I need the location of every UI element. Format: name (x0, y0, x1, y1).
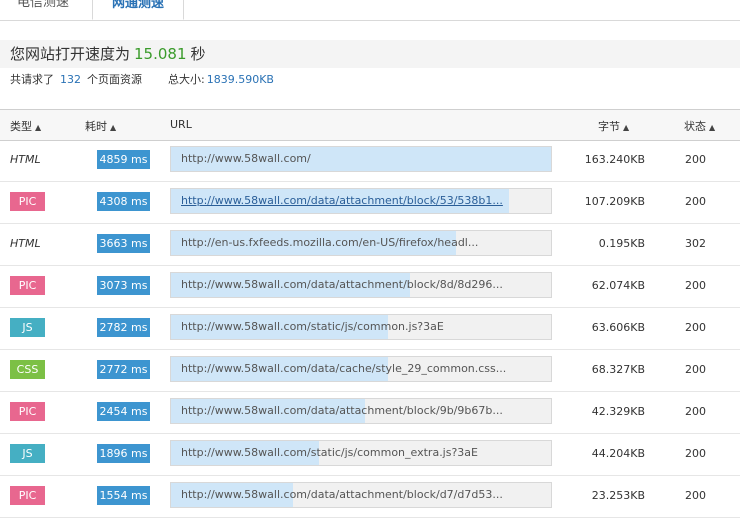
type-badge: HTML (10, 153, 41, 166)
speed-prefix: 您网站打开速度为 (10, 45, 131, 63)
resource-count: 132 (60, 73, 81, 86)
load-time: 1554 ms (97, 486, 150, 505)
column-time-header[interactable]: 耗时 ▲︎ (85, 118, 116, 134)
total-size-label: 总大小: (168, 73, 205, 86)
load-time: 3073 ms (97, 276, 150, 295)
load-time: 4859 ms (97, 150, 150, 169)
sort-icon: ▲︎ (110, 123, 117, 132)
column-status-header[interactable]: 状态 ▲︎ (684, 118, 715, 134)
byte-size: 68.327KB (591, 363, 645, 376)
column-url-header: URL (170, 118, 192, 131)
url-link[interactable]: http://www.58wall.com/data/attachment/bl… (181, 194, 503, 207)
load-time: 2454 ms (97, 402, 150, 421)
total-size-value: 1839.590KB (206, 73, 274, 86)
type-badge: HTML (10, 237, 41, 250)
resource-table-body: HTML 4859 ms http://www.58wall.com/163.240… (0, 140, 740, 518)
url-link[interactable]: http://www.58wall.com/ (181, 152, 311, 165)
table-row: HTML 4859 ms http://www.58wall.com/163.240… (0, 140, 740, 182)
load-time: 1896 ms (97, 444, 150, 463)
type-badge: PIC (10, 486, 45, 505)
url-bar[interactable]: http://www.58wall.com/data/cache/style_2… (170, 356, 552, 382)
url-bar[interactable]: http://www.58wall.com/data/attachment/bl… (170, 398, 552, 424)
load-time: 3663 ms (97, 234, 150, 253)
byte-size: 62.074KB (591, 279, 645, 292)
table-row: PIC 2454 ms http://www.58wall.com/data/att… (0, 392, 740, 434)
type-badge: PIC (10, 402, 45, 421)
sort-icon: ▲︎ (623, 123, 630, 132)
speed-value: 15.081 (134, 45, 187, 63)
url-bar[interactable]: http://www.58wall.com/static/js/common.j… (170, 314, 552, 340)
url-link[interactable]: http://en-us.fxfeeds.mozilla.com/en-US/f… (181, 236, 478, 249)
http-status: 200 (685, 489, 706, 502)
resource-stats: 共请求了 132 个页面资源 总大小: 1839.590KB (10, 71, 274, 87)
http-status: 200 (685, 279, 706, 292)
url-bar[interactable]: http://en-us.fxfeeds.mozilla.com/en-US/f… (170, 230, 552, 256)
table-row: JS 2782 ms http://www.58wall.com/static/js… (0, 308, 740, 350)
table-row: CSS 2772 ms http://www.58wall.com/data/cac… (0, 350, 740, 392)
requested-label: 共请求了 (10, 73, 54, 86)
byte-size: 42.329KB (591, 405, 645, 418)
table-row: PIC 1554 ms http://www.58wall.com/data/att… (0, 476, 740, 518)
byte-size: 163.240KB (584, 153, 645, 166)
tab-netcom-speed[interactable]: 网通测速 (92, 0, 184, 20)
table-row: JS 1896 ms http://www.58wall.com/static/js… (0, 434, 740, 476)
table-header: 类型 ▲︎ 耗时 ▲︎ URL 字节 ▲︎ 状态 ▲︎ (0, 109, 740, 141)
url-bar[interactable]: http://www.58wall.com/data/attachment/bl… (170, 482, 552, 508)
column-bytes-header[interactable]: 字节 ▲︎ (598, 118, 629, 134)
url-link[interactable]: http://www.58wall.com/data/attachment/bl… (181, 488, 503, 501)
byte-size: 63.606KB (591, 321, 645, 334)
url-bar[interactable]: http://www.58wall.com/ (170, 146, 552, 172)
load-time: 2782 ms (97, 318, 150, 337)
column-type-header[interactable]: 类型 ▲︎ (10, 118, 41, 134)
http-status: 200 (685, 153, 706, 166)
load-time: 4308 ms (97, 192, 150, 211)
url-bar[interactable]: http://www.58wall.com/data/attachment/bl… (170, 188, 552, 214)
tab-telecom-speed[interactable]: 电信测速 (0, 0, 86, 20)
http-status: 200 (685, 447, 706, 460)
url-link[interactable]: http://www.58wall.com/data/attachment/bl… (181, 278, 503, 291)
type-badge: CSS (10, 360, 45, 379)
url-link[interactable]: http://www.58wall.com/static/js/common_e… (181, 446, 478, 459)
byte-size: 23.253KB (591, 489, 645, 502)
url-link[interactable]: http://www.58wall.com/static/js/common.j… (181, 320, 444, 333)
http-status: 200 (685, 195, 706, 208)
table-row: PIC 4308 ms http://www.58wall.com/data/att… (0, 182, 740, 224)
tab-bar: 电信测速 网通测速 (0, 0, 740, 21)
byte-size: 107.209KB (584, 195, 645, 208)
url-bar[interactable]: http://www.58wall.com/static/js/common_e… (170, 440, 552, 466)
speed-summary: 您网站打开速度为 15.081 秒 (0, 40, 740, 68)
url-bar[interactable]: http://www.58wall.com/data/attachment/bl… (170, 272, 552, 298)
type-badge: PIC (10, 276, 45, 295)
http-status: 200 (685, 363, 706, 376)
type-badge: JS (10, 318, 45, 337)
sort-icon: ▲︎ (35, 123, 42, 132)
sort-icon: ▲︎ (709, 123, 716, 132)
byte-size: 0.195KB (598, 237, 645, 250)
type-badge: JS (10, 444, 45, 463)
byte-size: 44.204KB (591, 447, 645, 460)
http-status: 200 (685, 321, 706, 334)
url-link[interactable]: http://www.58wall.com/data/attachment/bl… (181, 404, 503, 417)
table-row: PIC 3073 ms http://www.58wall.com/data/att… (0, 266, 740, 308)
url-link[interactable]: http://www.58wall.com/data/cache/style_2… (181, 362, 506, 375)
resource-count-suffix: 个页面资源 (87, 73, 142, 86)
http-status: 200 (685, 405, 706, 418)
load-time: 2772 ms (97, 360, 150, 379)
table-row: HTML 3663 ms http://en-us.fxfeeds.mozilla.… (0, 224, 740, 266)
type-badge: PIC (10, 192, 45, 211)
http-status: 302 (685, 237, 706, 250)
speed-unit: 秒 (190, 45, 206, 63)
